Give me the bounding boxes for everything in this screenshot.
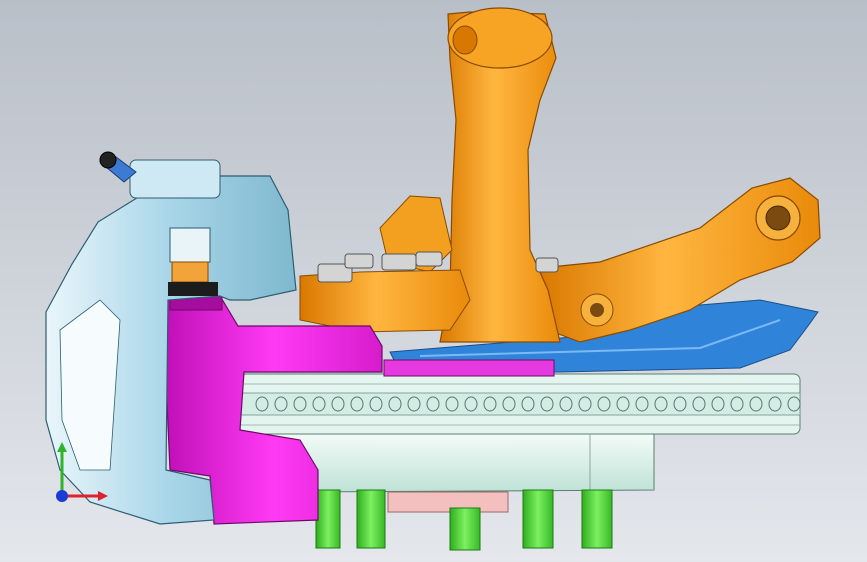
coordinate-triad bbox=[56, 442, 108, 502]
cad-model-view[interactable] bbox=[0, 0, 867, 562]
z-axis-icon bbox=[56, 490, 68, 502]
brake-disc[interactable] bbox=[239, 373, 801, 435]
graphics-viewport[interactable] bbox=[0, 0, 867, 562]
caliper-bleed-bolt[interactable] bbox=[168, 227, 218, 296]
